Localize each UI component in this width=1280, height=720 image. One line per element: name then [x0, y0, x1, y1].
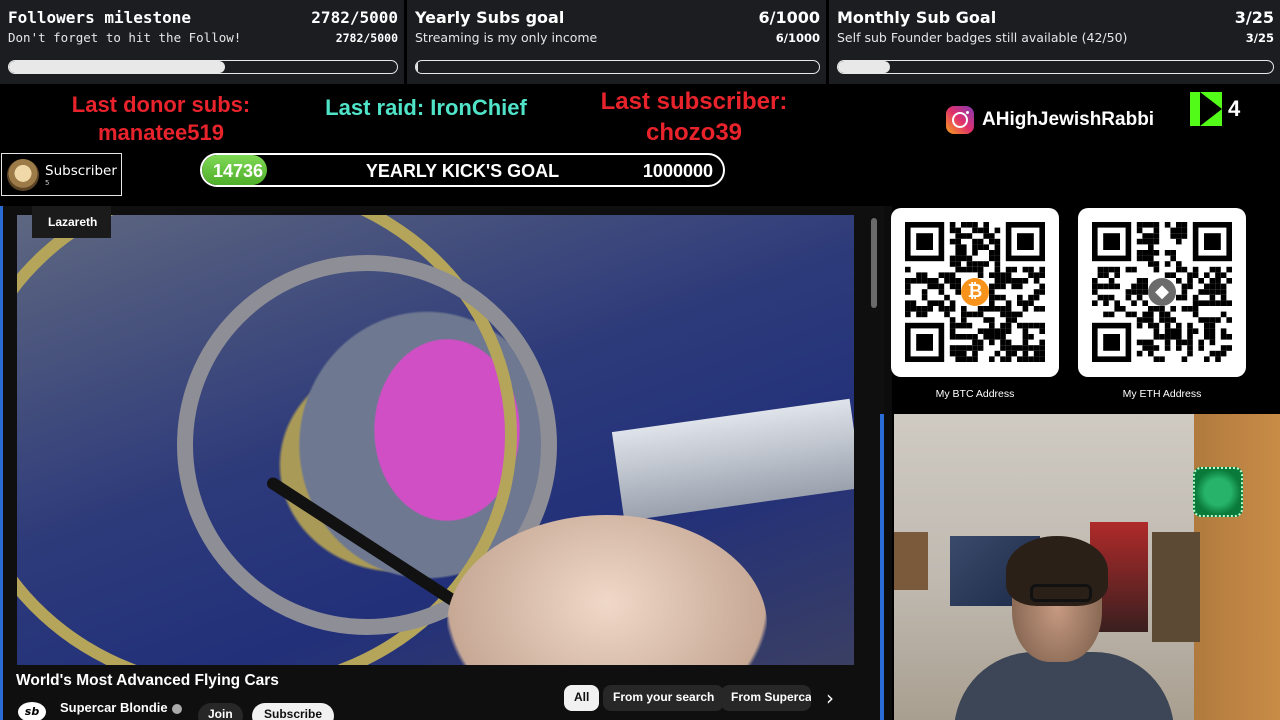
- btc-qr-code: ₿: [891, 208, 1059, 377]
- goal-count: 2782/5000: [311, 8, 398, 27]
- goal-count-small: 6/1000: [775, 31, 820, 45]
- yearly-subs-goal-widget: Yearly Subs goal 6/1000 Streaming is my …: [407, 0, 826, 84]
- video-title[interactable]: World's Most Advanced Flying Cars: [16, 672, 279, 690]
- monthly-sub-goal-widget: Monthly Sub Goal 3/25 Self sub Founder b…: [829, 0, 1280, 84]
- youtube-window: Lazareth World's Most Advanced Flying Ca…: [0, 206, 884, 720]
- avatar: [7, 158, 39, 191]
- goal-progress-bar: [8, 60, 398, 74]
- instagram-handle: AHighJewishRabbi: [946, 106, 1154, 134]
- last-subscriber: Last subscriber: chozo39: [570, 86, 818, 148]
- chip-from-supercar[interactable]: From Supercar: [721, 685, 811, 711]
- webcam-door: [1194, 414, 1280, 720]
- goal-progress-fill: [9, 61, 225, 73]
- green-emote-icon: [1193, 467, 1243, 517]
- kick-count: 4: [1228, 96, 1241, 121]
- followers-goal-widget: Followers milestone 2782/5000 Don't forg…: [0, 0, 404, 84]
- goal-count-small: 2782/5000: [335, 31, 398, 45]
- window-edge-right: [880, 414, 884, 720]
- chip-all[interactable]: All: [564, 685, 600, 711]
- webcam-shelf: [1152, 532, 1200, 642]
- channel-name-text: Supercar Blondie: [60, 700, 168, 715]
- last-donor-label: Last donor subs:: [71, 92, 251, 117]
- last-donor-subs: Last donor subs: manatee519: [40, 91, 282, 147]
- bitcoin-icon: ₿: [961, 278, 989, 306]
- goal-title: Followers milestone: [8, 8, 192, 27]
- channel-name[interactable]: Supercar Blondie: [60, 700, 182, 715]
- btc-caption: My BTC Address: [935, 388, 1015, 400]
- goal-subtitle: Streaming is my only income: [415, 30, 598, 45]
- kick-goal-target: 1000000: [642, 161, 713, 181]
- webcam-poster: [894, 532, 928, 590]
- goal-progress-bar: [415, 60, 820, 74]
- streamer-body: [954, 652, 1174, 720]
- kick-logo-icon: [1190, 92, 1222, 126]
- goal-count-small: 3/25: [1245, 31, 1274, 45]
- last-subscriber-name: chozo39: [645, 119, 743, 146]
- video-player[interactable]: [17, 215, 854, 665]
- glasses-icon: [1030, 584, 1092, 602]
- kick-goal-current: 14736: [213, 161, 264, 181]
- webcam-feed: [894, 414, 1280, 720]
- goal-title: Monthly Sub Goal: [837, 8, 997, 27]
- subscriber-alert-small: 5: [45, 178, 50, 187]
- chevron-right-icon[interactable]: ›: [826, 686, 834, 710]
- video-overlay-label: Lazareth: [32, 206, 112, 238]
- subscribe-button[interactable]: Subscribe: [252, 703, 335, 720]
- chip-from-your-search[interactable]: From your search: [603, 685, 725, 711]
- yearly-kick-goal-bar: YEARLY KICK'S GOAL 14736 1000000: [200, 153, 725, 187]
- eth-qr-code: ◆: [1078, 208, 1246, 377]
- goal-title: Yearly Subs goal: [415, 8, 565, 27]
- goal-progress-fill: [416, 61, 419, 73]
- subscriber-alert: Subscriber 5: [1, 153, 122, 196]
- last-raid: Last raid: IronChief: [325, 95, 527, 120]
- video-tube: [611, 398, 854, 522]
- goal-subtitle: Self sub Founder badges still available …: [837, 30, 1128, 45]
- ethereum-icon: ◆: [1148, 278, 1176, 306]
- scrollbar[interactable]: [871, 218, 877, 308]
- subscriber-alert-title: Subscriber: [45, 162, 117, 179]
- instagram-icon: [946, 106, 974, 134]
- verified-icon: [171, 703, 182, 714]
- eth-caption: My ETH Address: [1122, 388, 1202, 400]
- channel-logo[interactable]: sb: [18, 702, 46, 720]
- goal-progress-fill: [838, 61, 891, 73]
- goal-progress-bar: [837, 60, 1274, 74]
- instagram-name: AHighJewishRabbi: [982, 109, 1155, 130]
- last-subscriber-label: Last subscriber:: [600, 88, 788, 115]
- goal-subtitle: Don't forget to hit the Follow!: [8, 30, 242, 45]
- join-button[interactable]: Join: [198, 703, 243, 720]
- last-donor-name: manatee519: [98, 120, 224, 145]
- goal-count: 3/25: [1234, 8, 1274, 27]
- goal-count: 6/1000: [758, 8, 820, 27]
- kick-viewer-count: 4: [1190, 92, 1240, 126]
- window-edge: [0, 206, 3, 720]
